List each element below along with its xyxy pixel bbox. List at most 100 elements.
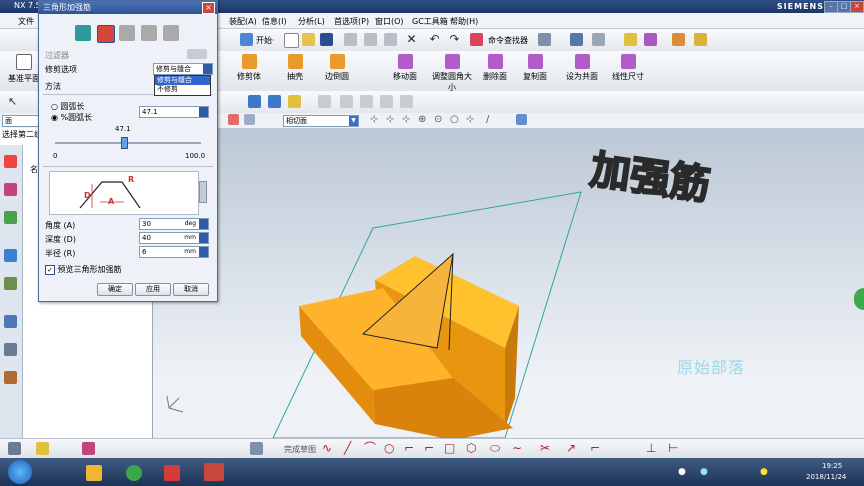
orient-icon[interactable] (163, 25, 179, 41)
corner-icon[interactable]: ⌐ (590, 442, 603, 455)
surface-icon-1[interactable] (318, 95, 331, 108)
second-face-set-icon[interactable] (97, 25, 115, 43)
network-tray-icon[interactable]: ● (700, 467, 713, 480)
make-coplanar-button[interactable]: 设为共面 (562, 54, 602, 82)
apply-button[interactable]: 应用 (135, 283, 171, 296)
copy-face-button[interactable]: 复制面 (518, 54, 552, 82)
line-icon[interactable]: ╱ (344, 442, 357, 455)
spline-icon[interactable]: ∼ (512, 442, 525, 455)
menu-gc-toolbox[interactable]: GC工具箱 (412, 16, 448, 27)
snap-center-icon[interactable]: ⊙ (434, 114, 447, 127)
snap-end-icon[interactable]: ⊹ (370, 114, 383, 127)
command-finder-button[interactable]: 命令查找器 (488, 35, 528, 46)
menu-help[interactable]: 帮助(H) (450, 16, 478, 27)
maximize-button[interactable]: □ (837, 1, 851, 13)
angle-input[interactable]: 30 deg (139, 218, 209, 230)
profile-icon[interactable]: ∿ (322, 442, 335, 455)
paste-icon[interactable] (384, 33, 397, 46)
bottom-icon-1[interactable] (8, 442, 21, 455)
graphics-window[interactable]: 加强筋 原始部落 (153, 128, 864, 438)
dimension-icon[interactable]: ⊢ (668, 442, 681, 455)
filter-select[interactable] (187, 49, 207, 59)
menu-info[interactable]: 信息(I) (262, 16, 287, 27)
polygon-icon[interactable]: ⬡ (466, 442, 479, 455)
finish-sketch-button[interactable]: 完成草图 (284, 444, 316, 455)
trim-option-select[interactable]: 修剪与缝合 (153, 63, 213, 75)
trim-option-item-no-trim[interactable]: 不修剪 (155, 85, 210, 94)
delete-icon[interactable]: ✕ (405, 33, 418, 46)
circle-icon[interactable]: ○ (384, 442, 397, 455)
start-icon[interactable] (240, 33, 253, 46)
edge-blend-button[interactable]: 边倒圆 (320, 54, 354, 82)
bottom-icon-3[interactable] (82, 442, 95, 455)
depth-input[interactable]: 40 mm (139, 232, 209, 244)
datum-plane-icon[interactable] (16, 54, 32, 70)
undo-icon[interactable]: ↶ (428, 33, 441, 46)
ie-taskbar-icon[interactable] (126, 465, 142, 481)
menu-analysis[interactable]: 分析(L) (298, 16, 325, 27)
arc-length-radio[interactable]: ○ 圆弧长 (51, 101, 85, 112)
trim-body-button[interactable]: 修剪体 (232, 54, 266, 82)
rectangle-icon[interactable]: □ (444, 442, 457, 455)
ellipse-icon[interactable]: ⬭ (490, 442, 503, 455)
snap-intersect-icon[interactable]: ⊕ (418, 114, 431, 127)
surface-icon-2[interactable] (340, 95, 353, 108)
selection-priority-icon[interactable] (538, 33, 551, 46)
trim-option-item-trim-and-sew[interactable]: 修剪与缝合 (155, 76, 210, 85)
first-face-set-icon[interactable] (75, 25, 91, 41)
reuse-library-icon[interactable] (4, 249, 17, 262)
select-icon-2[interactable] (244, 114, 255, 125)
hd3d-icon[interactable] (4, 277, 17, 290)
sketch-icon[interactable] (248, 95, 261, 108)
redo-icon[interactable]: ↷ (448, 33, 461, 46)
cancel-button[interactable]: 取消 (173, 283, 209, 296)
view-icon[interactable] (644, 33, 657, 46)
start-menu[interactable]: 开始· (256, 35, 275, 46)
arc-icon[interactable]: ⌒ (364, 442, 377, 455)
extrude-icon[interactable] (268, 95, 281, 108)
fillet-icon[interactable]: ⌐ (404, 442, 417, 455)
datum-plane-button[interactable]: 基准平面 (8, 73, 40, 84)
constraint-nav-icon[interactable] (4, 183, 17, 196)
finish-sketch-icon[interactable] (250, 442, 263, 455)
dialog-close-button[interactable]: × (202, 2, 215, 14)
wcs-icon[interactable] (592, 33, 605, 46)
slider-track[interactable] (55, 137, 201, 149)
start-button[interactable] (8, 460, 32, 484)
linear-dimension-button[interactable]: 线性尺寸 (608, 54, 648, 82)
face-icon[interactable] (141, 25, 157, 41)
arrow-icon[interactable]: ↖ (8, 95, 21, 108)
open-folder-icon[interactable] (302, 33, 315, 46)
revolve-icon[interactable] (288, 95, 301, 108)
snap-control-icon[interactable]: ⊹ (402, 114, 415, 127)
palette-icon[interactable] (4, 371, 17, 384)
menu-window[interactable]: 窗口(O) (375, 16, 404, 27)
diagram-scrollbar[interactable] (199, 181, 207, 203)
slider-thumb[interactable] (120, 137, 128, 149)
minimize-button[interactable]: – (824, 1, 838, 13)
menu-file[interactable]: 文件 (18, 16, 34, 27)
snap-icon[interactable] (624, 33, 637, 46)
snap-point-icon[interactable]: ⊹ (466, 114, 479, 127)
delete-face-button[interactable]: 删除面 (478, 54, 512, 82)
constraint-icon[interactable]: ⊥ (646, 442, 659, 455)
select-icon-1[interactable] (228, 114, 239, 125)
snap-face-icon[interactable] (516, 114, 527, 125)
powerpoint-taskbar-icon[interactable] (204, 463, 224, 481)
bottom-icon-2[interactable] (36, 442, 49, 455)
cut-icon[interactable] (344, 33, 357, 46)
nx-taskbar-icon[interactable] (164, 465, 180, 481)
resize-blend-button[interactable]: 调整圆角大小 (430, 54, 474, 93)
snap-curve-icon[interactable]: / (486, 114, 499, 127)
type-filter-select[interactable]: 面 (2, 115, 40, 127)
paint-taskbar-icon[interactable] (86, 465, 102, 481)
copy-icon[interactable] (364, 33, 377, 46)
measure-icon[interactable] (672, 33, 685, 46)
surface-icon-4[interactable] (400, 95, 413, 108)
close-window-button[interactable]: × (850, 1, 864, 13)
volume-tray-icon[interactable]: ● (760, 467, 773, 480)
extend-icon[interactable]: ↗ (566, 442, 579, 455)
move-face-button[interactable]: 移动面 (388, 54, 422, 82)
percent-arc-length-input[interactable]: 47.1 (139, 106, 209, 118)
snap-quadrant-icon[interactable]: ○ (450, 114, 463, 127)
